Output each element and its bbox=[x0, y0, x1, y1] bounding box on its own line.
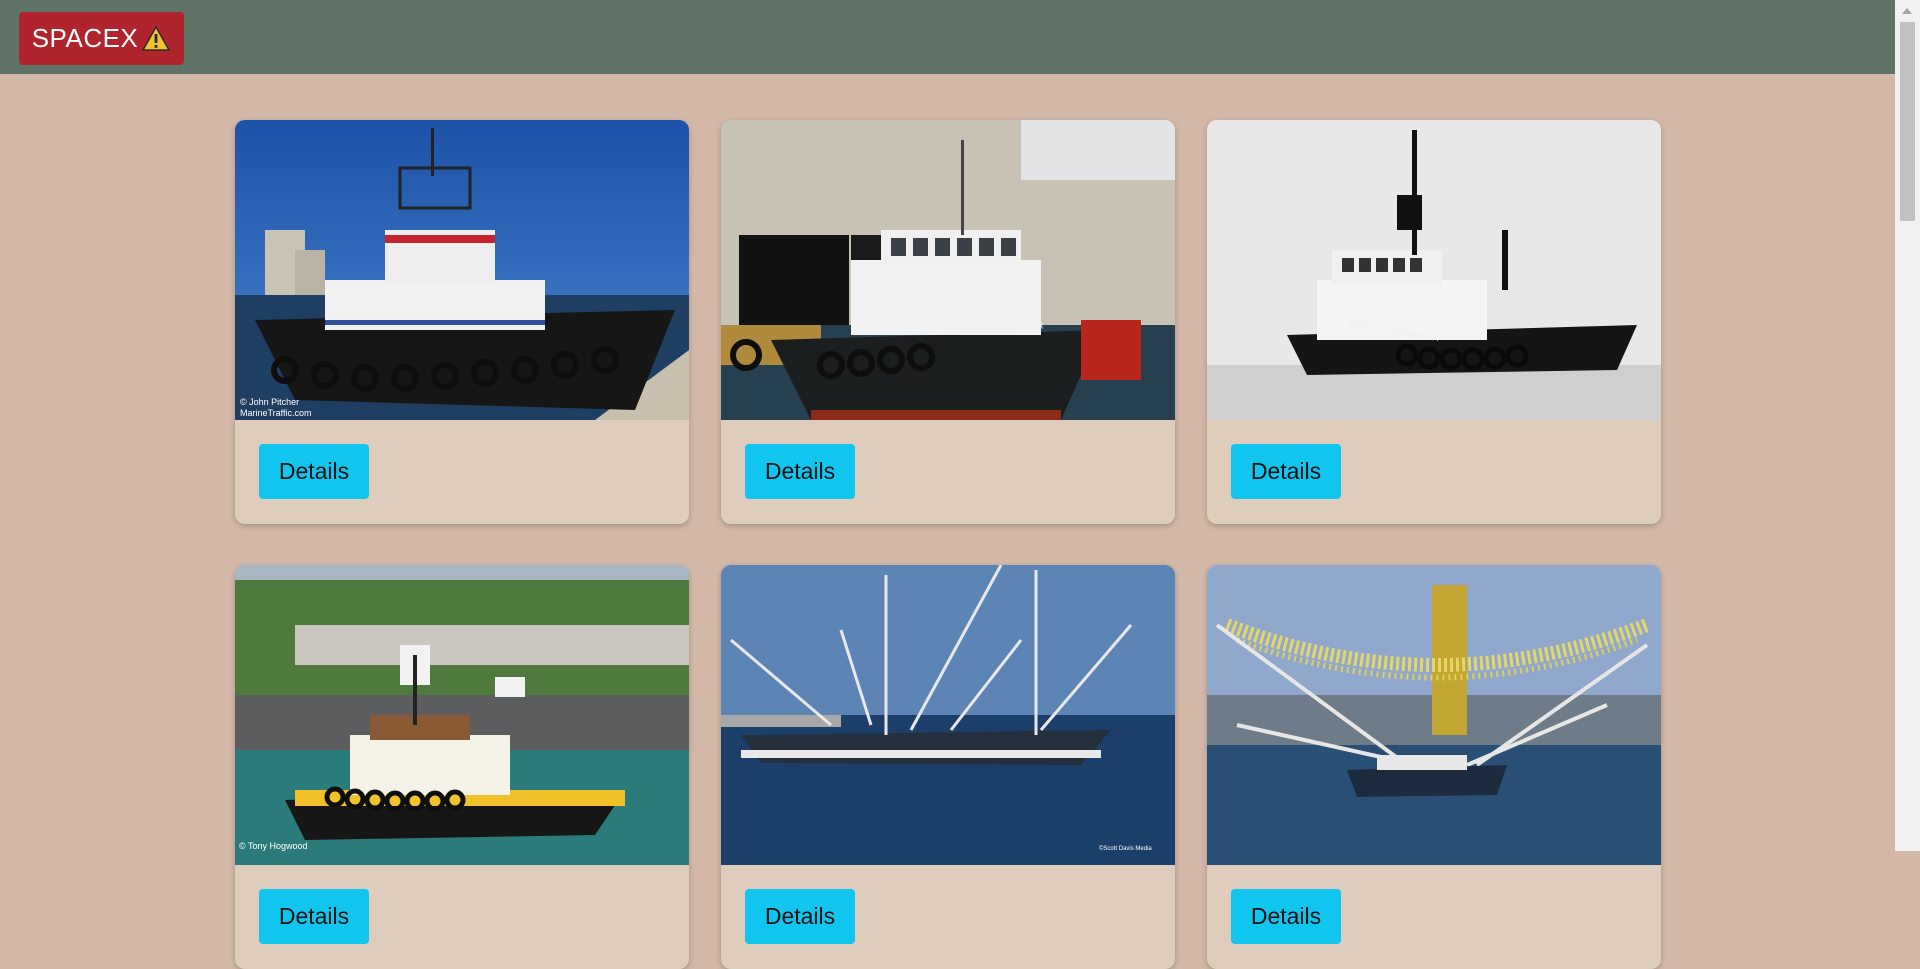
vertical-scrollbar[interactable] bbox=[1895, 0, 1920, 851]
warning-triangle-icon bbox=[141, 24, 171, 51]
details-button[interactable]: Details bbox=[745, 889, 855, 944]
ship-card: Details bbox=[1207, 565, 1661, 969]
recovery-ship-cranes-photo: ©Scott Davis Media bbox=[721, 565, 1175, 865]
tugboat-american-islander-photo: AMERICAN ISLANDER bbox=[721, 120, 1175, 420]
photo-credit-line-1: © Tony Hogwood bbox=[239, 841, 308, 851]
details-button[interactable]: Details bbox=[1231, 889, 1341, 944]
ship-card: © Tony Hogwood Details bbox=[235, 565, 689, 969]
photo-credit-line-2: MarineTraffic.com bbox=[240, 408, 312, 418]
ship-card: AMERICAN ISLANDER Details bbox=[721, 120, 1175, 524]
brand-logo-button[interactable]: SPACEX bbox=[19, 12, 184, 65]
ship-card: ©Scott Davis Media Details bbox=[721, 565, 1175, 969]
yellow-tugboat-photo: © Tony Hogwood bbox=[235, 565, 689, 865]
tugboat-betty-r-gambarella-photo: BETTY R. GAMBARELLA bbox=[1207, 120, 1661, 420]
details-button[interactable]: Details bbox=[1231, 444, 1341, 499]
details-button[interactable]: Details bbox=[259, 444, 369, 499]
tugboat-blue-sky-photo: © John Pitcher MarineTraffic.com bbox=[235, 120, 689, 420]
ship-card: BETTY R. GAMBARELLA Details bbox=[1207, 120, 1661, 524]
brand-text: SPACEX bbox=[31, 23, 139, 53]
ship-card: © John Pitcher MarineTraffic.com Details bbox=[235, 120, 689, 524]
details-button[interactable]: Details bbox=[259, 889, 369, 944]
scroll-up-arrow-icon[interactable] bbox=[1902, 8, 1912, 14]
navbar: SPACEX bbox=[0, 0, 1895, 74]
scrollbar-thumb[interactable] bbox=[1900, 22, 1915, 221]
details-button[interactable]: Details bbox=[745, 444, 855, 499]
photo-credit-line-1: © John Pitcher bbox=[240, 397, 299, 407]
recovery-ship-net-photo bbox=[1207, 565, 1661, 865]
